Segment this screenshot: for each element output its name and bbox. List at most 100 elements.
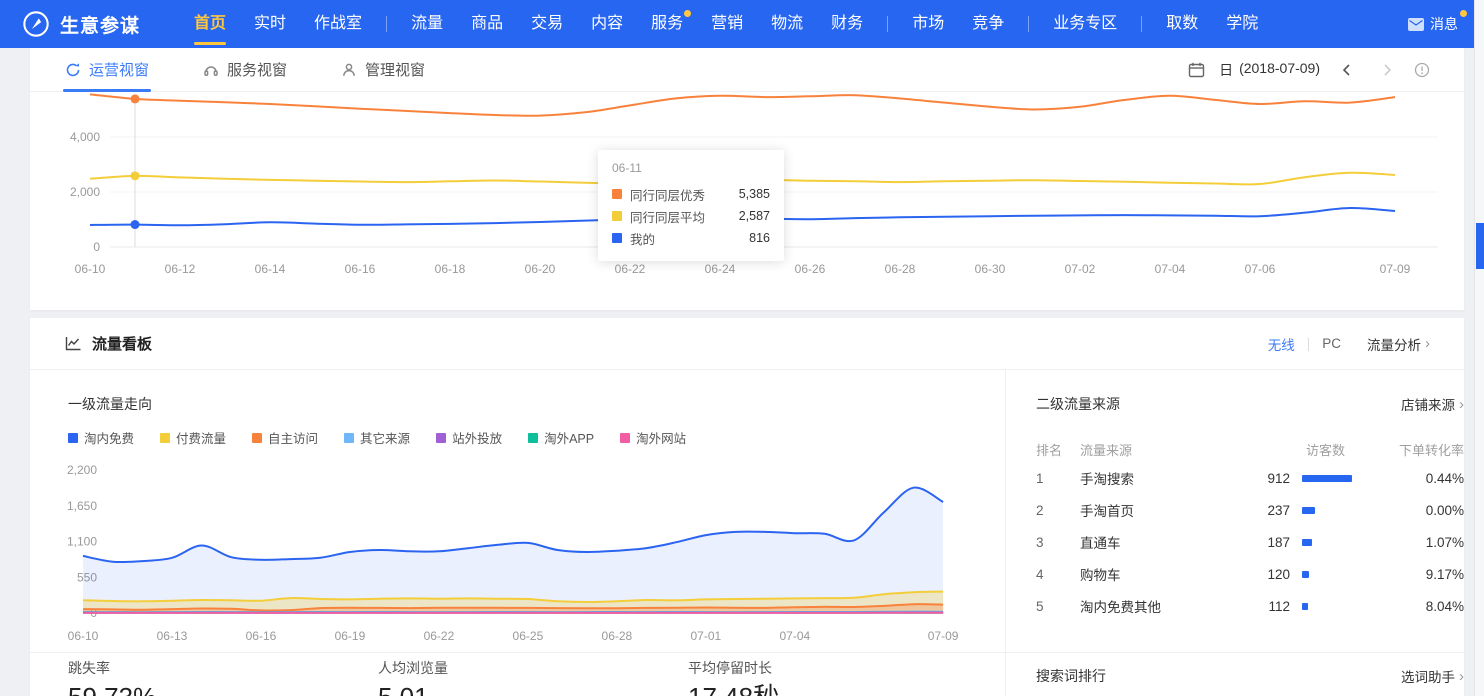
- next-day-button[interactable]: [1374, 63, 1400, 77]
- toggle-separator: |: [1307, 336, 1311, 351]
- tab-person-view[interactable]: 管理视窗: [341, 48, 425, 92]
- word-helper-link[interactable]: 选词助手 ›: [1401, 666, 1464, 686]
- traffic-analysis-link[interactable]: 流量分析 ›: [1367, 334, 1430, 354]
- nav-item[interactable]: 竞争: [958, 0, 1018, 48]
- nav-item[interactable]: 流量: [397, 0, 457, 48]
- traffic-board-controls: 无线 | PC 流量分析 ›: [1268, 334, 1430, 354]
- nav-item[interactable]: 服务: [637, 0, 697, 48]
- nav-item-label: 竞争: [972, 15, 1004, 32]
- nav-item[interactable]: 内容: [577, 0, 637, 48]
- brand[interactable]: 生意参谋: [22, 10, 140, 38]
- nav-item[interactable]: 实时: [240, 0, 300, 48]
- visitors-bar: [1302, 603, 1308, 610]
- column-header: 访客数: [1230, 440, 1345, 459]
- visitors-bar-cell: [1290, 539, 1380, 546]
- stat-block: 跳失率59.73%: [68, 658, 156, 696]
- legend-item[interactable]: 淘外网站: [620, 428, 686, 447]
- nav-item-label: 流量: [411, 15, 443, 32]
- svg-text:07-02: 07-02: [1065, 262, 1096, 276]
- legend-item[interactable]: 淘外APP: [528, 428, 594, 447]
- headset-icon: [203, 62, 219, 78]
- table-row[interactable]: 2手淘首页2370.00%: [1036, 494, 1464, 526]
- source-name-cell: 手淘搜索: [1080, 468, 1230, 488]
- tab-sync-view[interactable]: 运营视窗: [65, 48, 149, 92]
- stat-value: 5.01: [378, 682, 448, 696]
- device-toggle: 无线 | PC: [1268, 334, 1341, 354]
- source-table: 排名流量来源访客数下单转化率 1手淘搜索9120.44%2手淘首页2370.00…: [1036, 436, 1464, 622]
- table-row[interactable]: 3直通车1871.07%: [1036, 526, 1464, 558]
- nav-item[interactable]: 物流: [757, 0, 817, 48]
- nav-item[interactable]: 商品: [457, 0, 517, 48]
- prev-day-button[interactable]: [1334, 63, 1360, 77]
- nav-item-label: 交易: [531, 15, 563, 32]
- visitors-bar: [1302, 539, 1312, 546]
- legend-item[interactable]: 站外投放: [436, 428, 502, 447]
- calendar-icon[interactable]: [1188, 62, 1205, 78]
- svg-text:06-28: 06-28: [885, 262, 916, 276]
- nav-item-label: 实时: [254, 15, 286, 32]
- nav-item[interactable]: 营销: [697, 0, 757, 48]
- svg-text:0: 0: [93, 240, 100, 254]
- nav-item-label: 业务专区: [1053, 15, 1117, 32]
- traffic-board-title: 流量看板: [65, 333, 152, 354]
- column-header: 流量来源: [1080, 440, 1230, 459]
- chevron-right-icon: ›: [1459, 669, 1464, 684]
- legend-color-swatch: [528, 433, 538, 443]
- nav-item[interactable]: 财务: [817, 0, 877, 48]
- view-tab-list: 运营视窗 服务视窗 管理视窗: [65, 48, 479, 92]
- nav-divider: [386, 16, 387, 32]
- svg-text:06-20: 06-20: [525, 262, 556, 276]
- svg-text:2,000: 2,000: [70, 185, 100, 199]
- scrollbar-thumb[interactable]: [1476, 223, 1484, 269]
- svg-text:06-14: 06-14: [255, 262, 286, 276]
- legend-item[interactable]: 自主访问: [252, 428, 318, 447]
- flow-trend-chart[interactable]: 05501,1001,6502,20006-1006-1306-1606-190…: [30, 458, 1000, 648]
- date-picker[interactable]: 日 (2018-07-09): [1219, 60, 1320, 80]
- toggle-wireless[interactable]: 无线: [1268, 334, 1295, 354]
- nav-item-label: 首页: [194, 15, 226, 32]
- legend-item[interactable]: 淘内免费: [68, 428, 134, 447]
- traffic-board-title-text: 流量看板: [92, 333, 152, 354]
- legend-color-swatch: [436, 433, 446, 443]
- tab-headset-view[interactable]: 服务视窗: [203, 48, 287, 92]
- tab-label: 服务视窗: [227, 59, 287, 80]
- svg-text:07-09: 07-09: [928, 629, 959, 643]
- legend-item[interactable]: 付费流量: [160, 428, 226, 447]
- nav-item[interactable]: 市场: [898, 0, 958, 48]
- table-row[interactable]: 4购物车1209.17%: [1036, 558, 1464, 590]
- source-name-cell: 直通车: [1080, 532, 1230, 552]
- source-table-body: 1手淘搜索9120.44%2手淘首页2370.00%3直通车1871.07%4购…: [1036, 462, 1464, 622]
- table-row[interactable]: 5淘内免费其他1128.04%: [1036, 590, 1464, 622]
- legend-item[interactable]: 其它来源: [344, 428, 410, 447]
- nav-item[interactable]: 作战室: [300, 0, 376, 48]
- search-rank-title: 搜索词排行: [1036, 666, 1106, 686]
- shop-source-link[interactable]: 店铺来源 ›: [1401, 394, 1464, 414]
- nav-item-label: 服务: [651, 15, 683, 32]
- nav-item[interactable]: 取数: [1152, 0, 1212, 48]
- traffic-board-header: 流量看板 无线 | PC 流量分析 ›: [30, 318, 1464, 370]
- svg-text:1,650: 1,650: [67, 499, 97, 513]
- visitors-cell: 112: [1230, 599, 1290, 614]
- flow-trend-legend: 淘内免费 付费流量 自主访问 其它来源 站外投放 淘外APP 淘外网站: [68, 428, 686, 447]
- series-color-swatch: [612, 233, 622, 243]
- table-row[interactable]: 1手淘搜索9120.44%: [1036, 462, 1464, 494]
- series-color-swatch: [612, 211, 622, 221]
- nav-item[interactable]: 首页: [180, 0, 240, 48]
- nav-item-label: 取数: [1166, 15, 1198, 32]
- messages-button[interactable]: 消息: [1408, 14, 1458, 34]
- visitors-cell: 237: [1230, 503, 1290, 518]
- conversion-rate-cell: 9.17%: [1380, 567, 1464, 582]
- nav-item[interactable]: 学院: [1212, 0, 1272, 48]
- visitors-bar-cell: [1290, 603, 1380, 610]
- page-scrollbar[interactable]: [1474, 0, 1484, 696]
- tooltip-row: 我的816: [612, 227, 770, 249]
- nav-item[interactable]: 业务专区: [1039, 0, 1131, 48]
- line-chart-icon: [65, 336, 82, 351]
- chevron-right-icon: ›: [1459, 397, 1464, 412]
- main-nav: 首页 实时作战室 流量商品交易内容服务营销物流财务市场竞争 业务专区 取数学院: [180, 0, 1272, 48]
- nav-item[interactable]: 交易: [517, 0, 577, 48]
- visitors-cell: 912: [1230, 471, 1290, 486]
- stat-value: 17.48秒: [688, 682, 779, 696]
- toggle-pc[interactable]: PC: [1322, 336, 1341, 351]
- info-icon[interactable]: [1414, 62, 1430, 78]
